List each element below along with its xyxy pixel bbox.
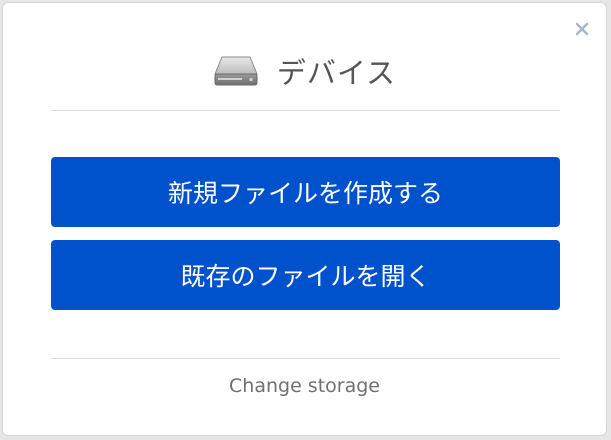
header-divider (51, 110, 560, 111)
open-existing-file-button[interactable]: 既存のファイルを開く (51, 240, 560, 310)
storage-dialog: デバイス 新規ファイルを作成する 既存のファイルを開く Change stora… (2, 2, 607, 436)
dialog-title: デバイス (276, 56, 397, 90)
dialog-header: デバイス (3, 51, 606, 91)
change-storage-link[interactable]: Change storage (3, 375, 606, 397)
create-new-file-button[interactable]: 新規ファイルを作成する (51, 157, 560, 227)
close-icon[interactable] (574, 21, 590, 37)
footer-divider (51, 358, 560, 359)
hard-drive-icon (213, 54, 259, 88)
